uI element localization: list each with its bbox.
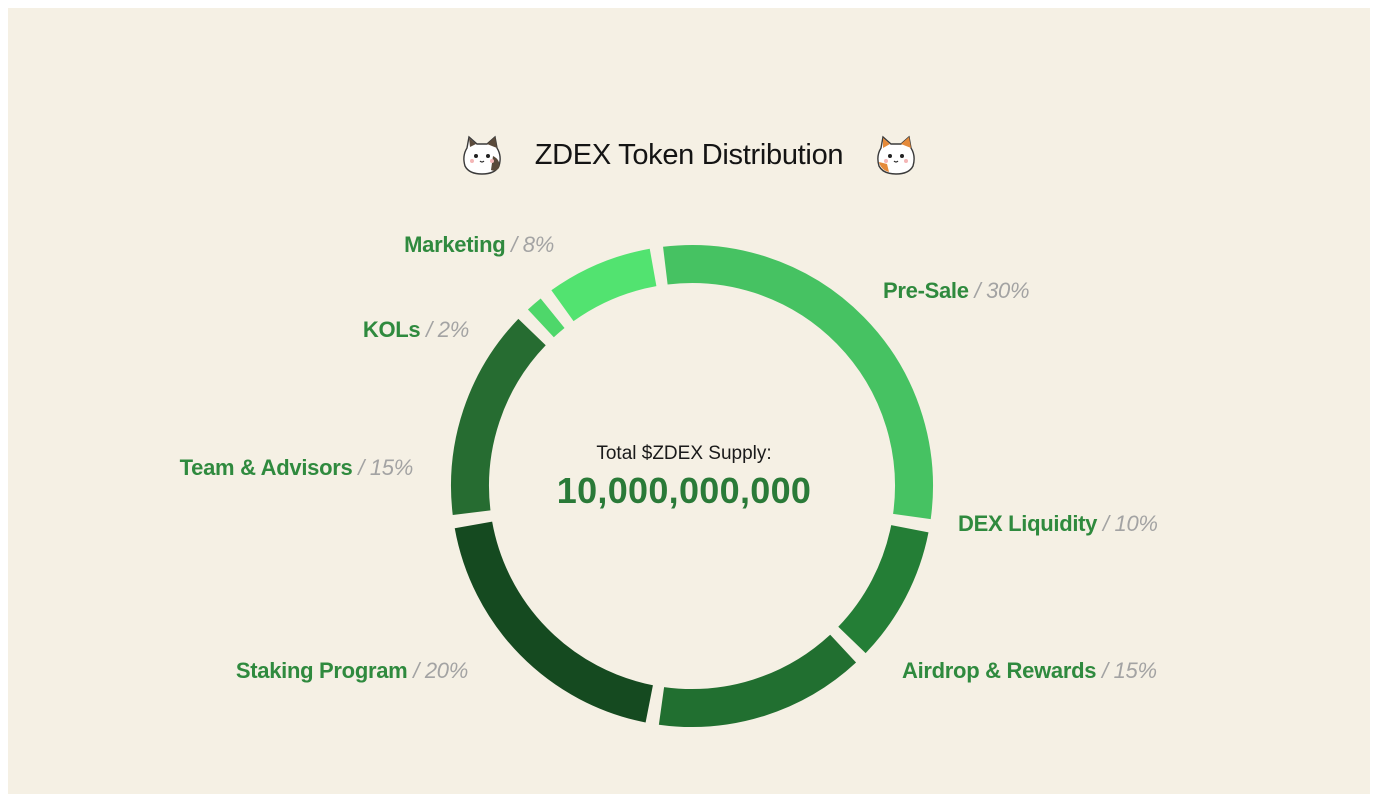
- slice-label-percent: / 15%: [1096, 658, 1157, 683]
- slice-label-staking-program: Staking Program / 20%: [236, 658, 468, 684]
- donut-slice-kols: [527, 298, 565, 338]
- slice-label-dex-liquidity: DEX Liquidity / 10%: [958, 511, 1158, 537]
- slice-label-name: KOLs: [362, 317, 421, 342]
- slice-label-kols: KOLs / 2%: [363, 317, 469, 343]
- slice-label-airdrop-rewards: Airdrop & Rewards / 15%: [902, 658, 1157, 684]
- slice-label-percent: / 2%: [420, 317, 469, 342]
- donut-chart: [451, 245, 933, 727]
- donut-slice-dex-liquidity: [838, 524, 929, 654]
- slice-label-percent: / 20%: [407, 658, 468, 683]
- slice-label-name: Marketing: [404, 232, 506, 257]
- slice-label-percent: / 10%: [1097, 511, 1158, 536]
- slice-label-name: Staking Program: [235, 658, 408, 683]
- slice-label-team-advisors: Team & Advisors / 15%: [179, 455, 414, 481]
- slice-label-marketing: Marketing / 8%: [404, 232, 554, 258]
- slice-label-name: Airdrop & Rewards: [902, 658, 1097, 683]
- donut-slice-airdrop-rewards: [658, 634, 857, 727]
- slice-label-percent: / 15%: [352, 455, 413, 480]
- center-caption: Total $ZDEX Supply:: [596, 443, 772, 464]
- slice-label-name: Team & Advisors: [179, 455, 353, 480]
- total-supply-value: 10,000,000,000: [556, 470, 812, 511]
- slice-label-pre-sale: Pre-Sale / 30%: [883, 278, 1030, 304]
- donut-slice-staking-program: [454, 521, 654, 723]
- slice-label-percent: / 8%: [505, 232, 554, 257]
- slice-label-name: Pre-Sale: [883, 278, 969, 303]
- slice-label-percent: / 30%: [968, 278, 1030, 303]
- slice-label-name: DEX Liquidity: [958, 511, 1098, 536]
- donut-slice-marketing: [551, 248, 657, 322]
